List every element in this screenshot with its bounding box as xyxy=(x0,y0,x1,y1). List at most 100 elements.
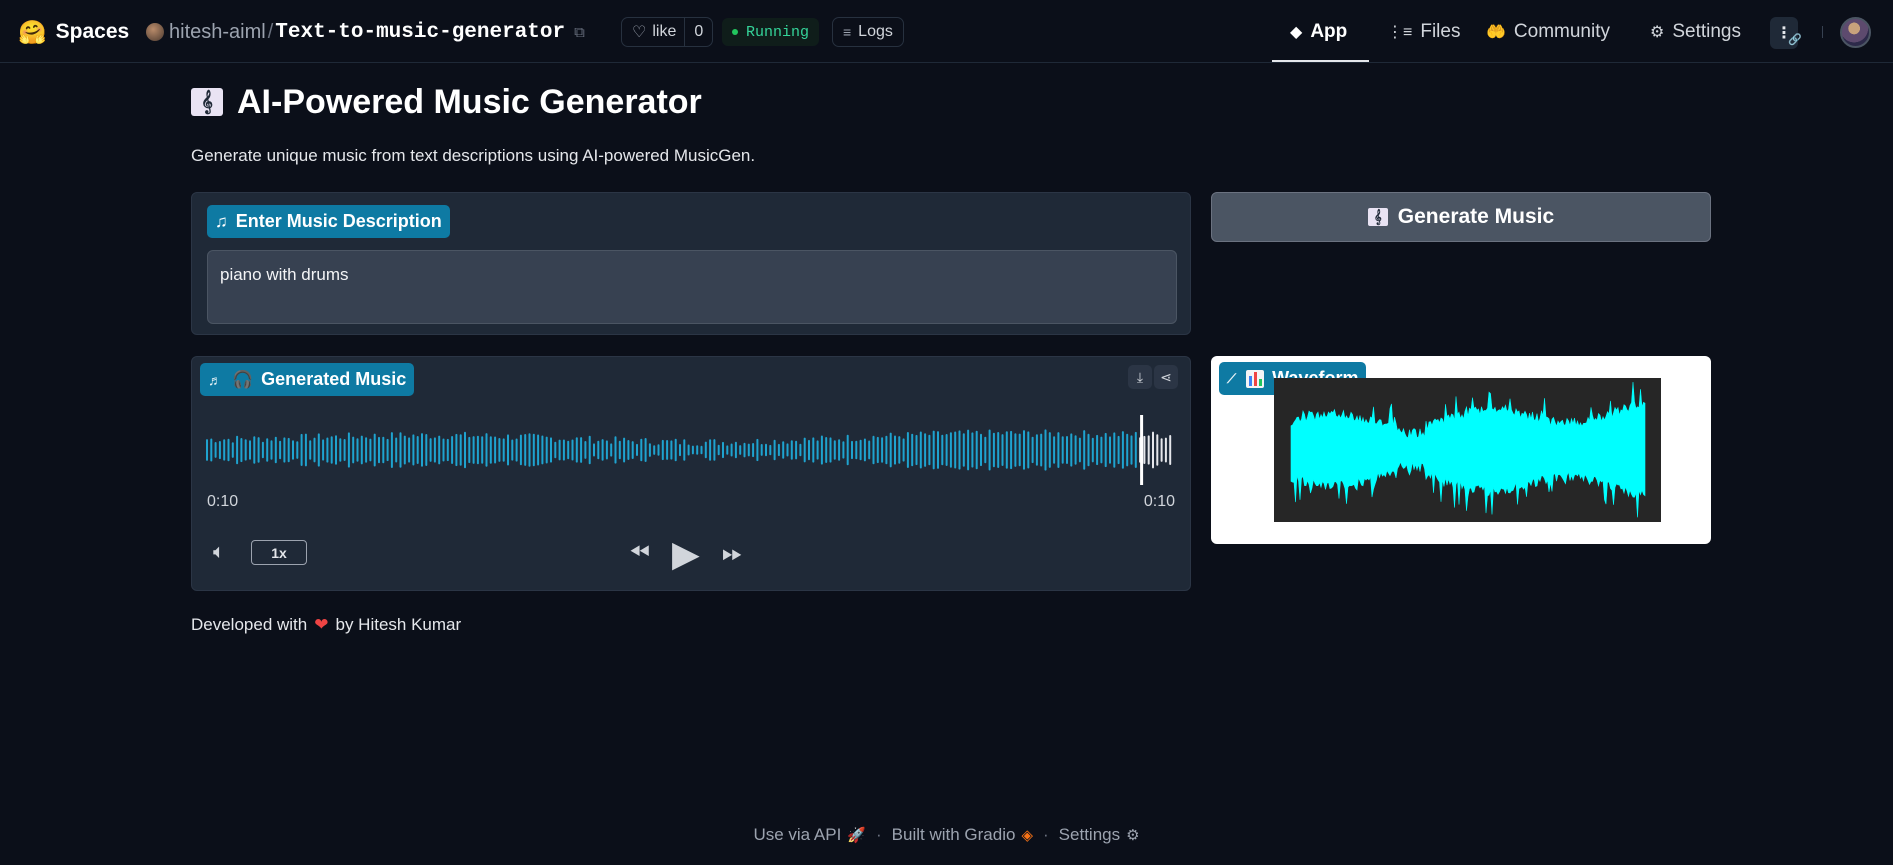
waveform-bar xyxy=(833,440,836,460)
waveform-bar xyxy=(1126,433,1129,467)
music-score-icon: 𝄞 xyxy=(191,88,223,116)
waveform-bar xyxy=(666,440,669,460)
waveform-envelope xyxy=(1290,381,1646,518)
generated-music-panel: ♬ 🎧 Generated Music ⤓ ⋖ 0:10 0:10 🔈︎ 1x … xyxy=(191,356,1191,591)
waveform-bar xyxy=(292,440,294,460)
waveform-bar xyxy=(962,433,965,467)
divider xyxy=(1822,26,1823,38)
music-description-input[interactable]: piano with drums xyxy=(207,250,1177,324)
waveform-bar xyxy=(915,434,918,466)
waveform-bar xyxy=(980,433,982,467)
share-icon[interactable]: ⋖ xyxy=(1154,365,1178,389)
copy-icon[interactable]: ⧉ xyxy=(574,24,585,41)
waveform-bar xyxy=(799,443,802,457)
waveform-bar xyxy=(687,444,690,456)
waveform-bar xyxy=(558,439,561,461)
waveform-bar xyxy=(597,440,600,460)
page-title-text: AI-Powered Music Generator xyxy=(237,82,702,121)
waveform-bar xyxy=(1113,432,1116,468)
waveform-bar xyxy=(1044,429,1047,471)
waveform-bar xyxy=(709,439,712,461)
waveform-bar xyxy=(360,435,363,465)
waveform-bar xyxy=(984,436,987,464)
waveform-bar xyxy=(571,439,574,461)
playback-speed-button[interactable]: 1x xyxy=(251,540,307,565)
waveform-bar xyxy=(382,436,385,464)
waveform-bar xyxy=(739,445,742,455)
waveform-plot xyxy=(1290,381,1646,518)
waveform-bar xyxy=(1040,433,1043,467)
built-with-gradio-link[interactable]: Built with Gradio xyxy=(892,825,1016,845)
generate-button-label: Generate Music xyxy=(1397,205,1555,228)
music-description-panel: ♫ Enter Music Description piano with dru… xyxy=(191,192,1191,335)
waveform-bar xyxy=(425,434,428,466)
heart-icon: ❤ xyxy=(314,615,329,634)
waveform-bar xyxy=(1010,430,1013,470)
download-icon[interactable]: ⤓ xyxy=(1128,365,1152,389)
waveform-bar xyxy=(347,432,350,468)
fast-forward-icon[interactable]: ⏩︎ xyxy=(722,537,743,569)
waveform-bar xyxy=(631,441,634,459)
logs-button[interactable]: ≡ Logs xyxy=(832,17,904,47)
like-button[interactable]: ♡ like 0 xyxy=(621,17,714,47)
waveform-bar xyxy=(997,432,1000,468)
waveform-bar xyxy=(236,435,239,465)
waveform-bar xyxy=(313,437,316,463)
tab-files[interactable]: ⋮≡ Files xyxy=(1387,14,1460,50)
waveform-bar xyxy=(1100,436,1103,464)
owner-link[interactable]: hitesh-aiml xyxy=(169,21,266,44)
waveform-bar xyxy=(726,445,729,455)
playhead-cursor[interactable] xyxy=(1140,415,1144,485)
waveform-bar xyxy=(326,437,329,463)
waveform-bar xyxy=(605,440,608,460)
volume-icon[interactable]: 🔈︎ xyxy=(213,541,225,564)
waveform-bar xyxy=(1156,434,1159,466)
tab-community-label: Community xyxy=(1513,21,1610,42)
breadcrumb: hitesh-aiml / Text-to-music-generator ⧉ xyxy=(146,17,585,47)
spaces-logo[interactable]: 🤗 Spaces xyxy=(18,17,129,47)
waveform-bar xyxy=(545,436,548,464)
waveform-bar xyxy=(240,438,243,463)
tab-community[interactable]: 🤲 Community xyxy=(1486,14,1610,50)
user-avatar[interactable] xyxy=(1840,17,1871,48)
status-badge[interactable]: Running xyxy=(722,18,820,46)
rocket-icon: 🚀 xyxy=(847,827,866,844)
waveform-bar xyxy=(988,429,991,471)
rewind-icon[interactable]: ⏪︎ xyxy=(629,537,650,569)
waveform-bar xyxy=(335,435,337,465)
use-via-api-link[interactable]: Use via API xyxy=(753,825,841,845)
waveform-bar xyxy=(1078,437,1081,463)
tab-settings[interactable]: ⚙ Settings xyxy=(1650,14,1741,50)
active-tab-indicator xyxy=(1272,60,1369,62)
waveform-bar xyxy=(851,440,853,460)
waveform-bar xyxy=(1035,434,1038,466)
tab-app[interactable]: ◆ App xyxy=(1290,14,1347,50)
repo-name-link[interactable]: Text-to-music-generator xyxy=(275,21,565,44)
waveform-bar xyxy=(472,436,475,464)
generate-music-button[interactable]: 𝄞 Generate Music xyxy=(1211,192,1711,242)
waveform-bar xyxy=(795,440,798,460)
waveform-bar xyxy=(1160,438,1163,462)
footer-separator: · xyxy=(876,825,882,844)
play-icon[interactable]: ▶ xyxy=(672,533,700,575)
waveform-bar xyxy=(765,443,767,457)
waveform-bar xyxy=(859,439,862,461)
waveform-bar xyxy=(855,440,858,460)
waveform-bar xyxy=(1143,435,1146,464)
footer-settings-link[interactable]: Settings xyxy=(1059,825,1120,845)
music-note-icon: ♬ xyxy=(208,371,222,388)
total-time: 0:10 xyxy=(1143,493,1175,510)
waveform-bar xyxy=(408,437,411,463)
waveform-bar xyxy=(756,438,759,462)
waveform-bar xyxy=(438,435,441,465)
gradio-logo-icon: ◈ xyxy=(1021,827,1033,844)
music-score-icon: 𝄞 xyxy=(1367,208,1388,226)
waveform-bar xyxy=(713,439,716,461)
waveform-bar xyxy=(1066,436,1068,464)
hugging-face-icon: 🤗 xyxy=(18,18,47,45)
waveform-bar xyxy=(481,436,484,464)
waveform-bar xyxy=(584,441,587,459)
waveform-bar xyxy=(636,443,638,456)
logs-label: Logs xyxy=(858,23,893,40)
audio-waveform[interactable] xyxy=(206,415,1176,485)
